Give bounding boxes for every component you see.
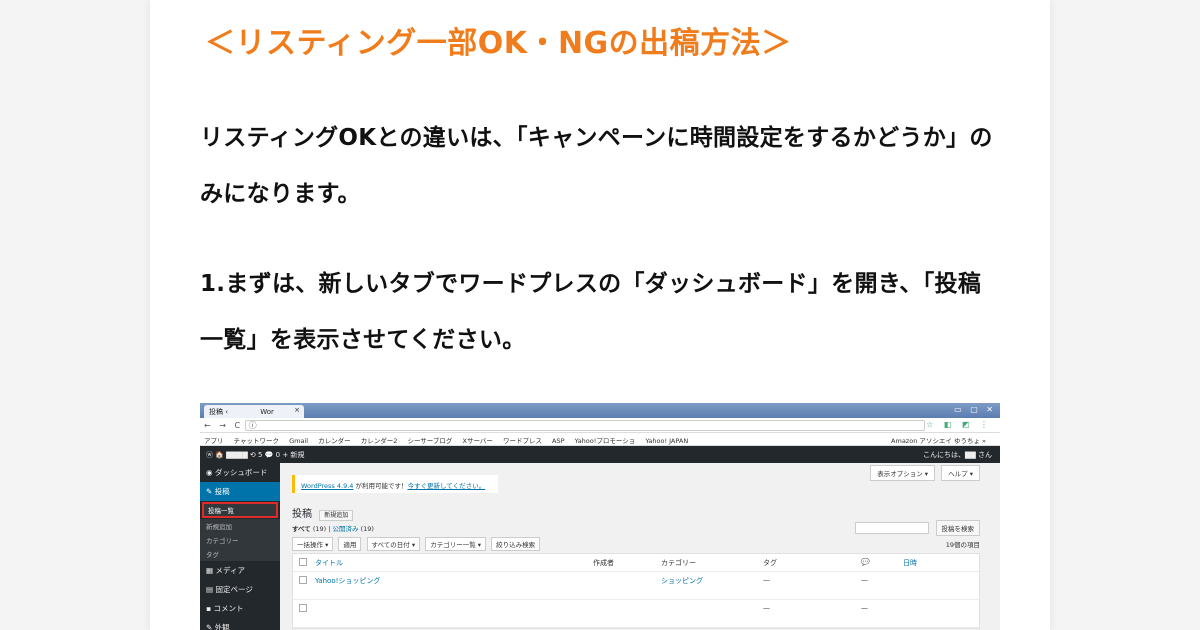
wp-main: WordPress 4.9.4 が利用可能です！今すぐ更新してください。 表示オ… <box>280 463 1000 630</box>
bookmark-item[interactable]: Xサーバー <box>463 437 493 445</box>
sidebar-item-media[interactable]: ▦ メディア <box>200 561 280 580</box>
comment-icon[interactable]: 💬 <box>861 558 870 566</box>
help-button[interactable]: ヘルプ ▾ <box>941 465 980 481</box>
section-heading: ＜リスティング一部OK・NGの出稿方法＞ <box>205 26 792 61</box>
col-date[interactable]: 日時 <box>903 558 917 568</box>
add-new-button[interactable]: 新規追加 <box>319 510 354 521</box>
post-category-link[interactable]: ショッピング <box>661 576 703 586</box>
bookmarks-bar: アプリ チャットワーク Gmail カレンダー カレンダー2 シーサーブログ X… <box>200 433 1000 446</box>
select-all-checkbox[interactable] <box>299 558 307 566</box>
wordpress-screenshot: 投稿 ‹ Wor × ▭ ▢ ✕ ← → C ⓘ ☆ ◧ ◩ ⋮ アプリ チャッ… <box>200 403 1000 630</box>
date-filter-select[interactable]: すべての日付 ▾ <box>366 537 421 551</box>
bookmark-item[interactable]: ASP <box>552 437 565 445</box>
col-tags: タグ <box>763 559 777 567</box>
bookmarks-right[interactable]: Amazon アソシエイ ゆうちょ » <box>891 435 986 445</box>
search-posts-button[interactable]: 投稿を検索 <box>935 520 980 536</box>
close-icon[interactable]: × <box>294 406 300 414</box>
row-checkbox[interactable] <box>299 576 307 584</box>
bookmark-item[interactable]: カレンダー2 <box>361 437 398 445</box>
article-card: ＜リスティング一部OK・NGの出稿方法＞ リスティングOKとの違いは、「キャンペ… <box>150 0 1050 630</box>
apply-button[interactable]: 適用 <box>338 537 362 551</box>
sidebar-sub-new[interactable]: 新規追加 <box>200 519 280 533</box>
paragraph-step-1: 1.まずは、新しいタブでワードプレスの「ダッシュボード」を開き、「投稿一覧」を表… <box>200 271 982 353</box>
table-row: Yahoo!ショッピング ショッピング — — <box>293 572 979 600</box>
update-notice: WordPress 4.9.4 が利用可能です！今すぐ更新してください。 <box>292 475 498 493</box>
bulk-action-select[interactable]: 一括操作 ▾ <box>292 537 334 551</box>
status-filters: すべて (19) | 公開済み (19) <box>292 523 374 533</box>
sidebar-item-pages[interactable]: ▤ 固定ページ <box>200 580 280 599</box>
notice-version-link[interactable]: WordPress 4.9.4 <box>301 482 353 490</box>
sidebar-item-dashboard[interactable]: ◉ ダッシュボード <box>200 463 280 482</box>
items-count: 19個の項目 <box>945 541 980 549</box>
posts-table: タイトル 作成者 カテゴリー タグ 💬 日時 Yahoo!ショッピング ショッピ… <box>292 553 980 629</box>
posts-title-row: 投稿 新規追加 <box>292 505 354 521</box>
category-filter-select[interactable]: カテゴリー一覧 ▾ <box>425 537 487 551</box>
sidebar-item-comments[interactable]: ▪ コメント <box>200 599 280 618</box>
post-tags: — <box>763 576 770 584</box>
extension-icons[interactable]: ☆ ◧ ◩ ⋮ <box>926 420 992 429</box>
sidebar-item-appearance[interactable]: ✎ 外観 <box>200 618 280 630</box>
filter-published-count: (19) <box>360 525 374 533</box>
table-row: — — <box>293 600 979 628</box>
page-title: 投稿 <box>292 509 312 520</box>
row-checkbox[interactable] <box>299 604 307 612</box>
post-tags: — <box>763 604 770 612</box>
bookmark-item[interactable]: ワードプレス <box>503 437 542 445</box>
wp-admin-bar: ⓦ 🏠 ▇▇▇▇ ⟲ 5 💬 0 + 新規 こんにちは、▇▇ さん <box>200 446 1000 463</box>
tab-title: 投稿 ‹ <box>209 408 229 416</box>
admin-greeting[interactable]: こんにちは、▇▇ さん <box>923 450 992 460</box>
notice-text: が利用可能です！ <box>353 482 408 490</box>
bookmark-item[interactable]: Yahoo! JAPAN <box>645 437 688 445</box>
filter-all[interactable]: すべて <box>292 525 311 533</box>
bulk-actions: 一括操作 ▾ 適用 すべての日付 ▾ カテゴリー一覧 ▾ 絞り込み検索 <box>292 537 543 551</box>
sidebar-sub-tag[interactable]: タグ <box>200 547 280 561</box>
col-author: 作成者 <box>593 559 614 567</box>
paragraph-difference: リスティングOKとの違いは、「キャンペーンに時間設定をするかどうか」のみになりま… <box>200 125 993 207</box>
sidebar-sub-all-posts[interactable]: 投稿一覧 <box>202 502 278 518</box>
post-comments: — <box>861 576 868 584</box>
bookmark-item[interactable]: Yahoo!プロモーショ <box>575 437 636 445</box>
window-controls-icon[interactable]: ▭ ▢ ✕ <box>954 405 996 414</box>
post-search: 投稿を検索 <box>855 520 980 536</box>
browser-tab[interactable]: 投稿 ‹ Wor × <box>204 405 304 418</box>
sidebar-item-posts[interactable]: ✎ 投稿 <box>200 482 280 501</box>
browser-tab-bar: 投稿 ‹ Wor × ▭ ▢ ✕ <box>200 403 1000 418</box>
bookmark-item[interactable]: シーサーブログ <box>407 437 452 445</box>
address-bar: ← → C ⓘ ☆ ◧ ◩ ⋮ <box>200 418 1000 433</box>
col-title[interactable]: タイトル <box>315 558 343 568</box>
sidebar-sub-category[interactable]: カテゴリー <box>200 533 280 547</box>
notice-update-link[interactable]: 今すぐ更新してください。 <box>408 482 486 490</box>
url-input[interactable] <box>245 420 925 431</box>
table-header: タイトル 作成者 カテゴリー タグ 💬 日時 <box>293 554 979 572</box>
col-category: カテゴリー <box>661 559 696 567</box>
filter-all-count: (19) <box>312 525 327 533</box>
filter-button[interactable]: 絞り込み検索 <box>491 537 541 551</box>
post-comments: — <box>861 604 868 612</box>
screen-options-button[interactable]: 表示オプション ▾ <box>870 465 936 481</box>
search-input[interactable] <box>855 522 930 534</box>
post-title-link[interactable]: Yahoo!ショッピング <box>315 576 380 586</box>
tab-site: Wor <box>260 408 274 416</box>
admin-bar-items[interactable]: ⓦ 🏠 ▇▇▇▇ ⟲ 5 💬 0 + 新規 <box>206 451 304 459</box>
bookmark-item[interactable]: チャットワーク <box>234 437 279 445</box>
bookmark-item[interactable]: カレンダー <box>318 437 351 445</box>
bookmark-item[interactable]: Gmail <box>289 437 308 445</box>
bookmark-item[interactable]: アプリ <box>204 437 224 445</box>
screen-options: 表示オプション ▾ ヘルプ ▾ <box>866 465 980 481</box>
filter-published[interactable]: 公開済み <box>333 525 359 533</box>
wp-sidebar: ◉ ダッシュボード ✎ 投稿 投稿一覧 新規追加 カテゴリー タグ ▦ メディア… <box>200 463 280 630</box>
